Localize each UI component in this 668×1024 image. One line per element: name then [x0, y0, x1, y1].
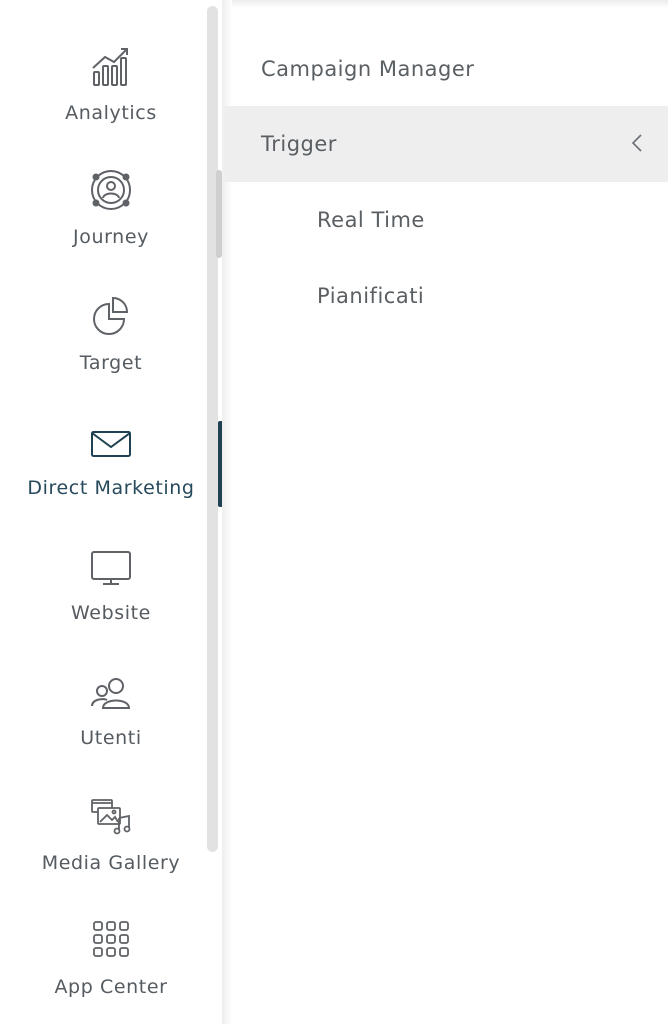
media-gallery-icon — [91, 799, 131, 835]
sidebar-item-analytics[interactable]: Analytics — [0, 44, 222, 164]
pie-chart-icon — [93, 296, 129, 335]
submenu-group-label: Trigger — [261, 132, 337, 156]
sidebar-item-label: Website — [71, 602, 151, 624]
analytics-chart-icon — [92, 48, 128, 86]
submenu-item-campaign-manager[interactable]: Campaign Manager — [224, 31, 668, 107]
submenu-item-label: Pianificati — [317, 284, 425, 308]
sidebar-item-journey[interactable]: Journey — [0, 168, 222, 288]
sidebar-item-label: Target — [79, 352, 143, 374]
monitor-icon — [91, 551, 131, 585]
sidebar-item-direct-marketing[interactable]: Direct Marketing — [0, 419, 222, 539]
sidebar-item-label: App Center — [54, 976, 168, 998]
sidebar-item-label: Direct Marketing — [27, 477, 195, 499]
sidebar-scrollbar-track[interactable] — [207, 6, 218, 852]
submenu-item-label: Real Time — [317, 208, 425, 232]
submenu-item-real-time[interactable]: Real Time — [224, 182, 668, 258]
sidebar-item-media-gallery[interactable]: Media Gallery — [0, 794, 222, 914]
sidebar-item-website[interactable]: Website — [0, 544, 222, 664]
sidebar-item-label: Analytics — [65, 102, 157, 124]
sidebar-item-label: Media Gallery — [41, 852, 181, 874]
submenu-group-trigger[interactable]: Trigger — [224, 106, 668, 182]
users-icon — [91, 678, 131, 709]
sidebar-item-utenti[interactable]: Utenti — [0, 669, 222, 789]
submenu-panel: Campaign Manager Trigger Real Time Piani… — [224, 0, 668, 1024]
sidebar-item-label: Utenti — [80, 727, 142, 749]
envelope-icon — [91, 431, 131, 457]
journey-icon — [91, 170, 131, 210]
sidebar-item-target[interactable]: Target — [0, 294, 222, 414]
grid-apps-icon — [93, 921, 129, 957]
chevron-left-icon[interactable] — [630, 132, 644, 154]
sidebar: Analytics Journey Target Direct Marketin… — [0, 0, 223, 1024]
app-root: Analytics Journey Target Direct Marketin… — [0, 0, 668, 1024]
sidebar-item-app-center[interactable]: App Center — [0, 918, 222, 1024]
submenu-item-label: Campaign Manager — [261, 57, 475, 81]
submenu-item-pianificati[interactable]: Pianificati — [224, 258, 668, 334]
sidebar-item-label: Journey — [73, 226, 149, 248]
